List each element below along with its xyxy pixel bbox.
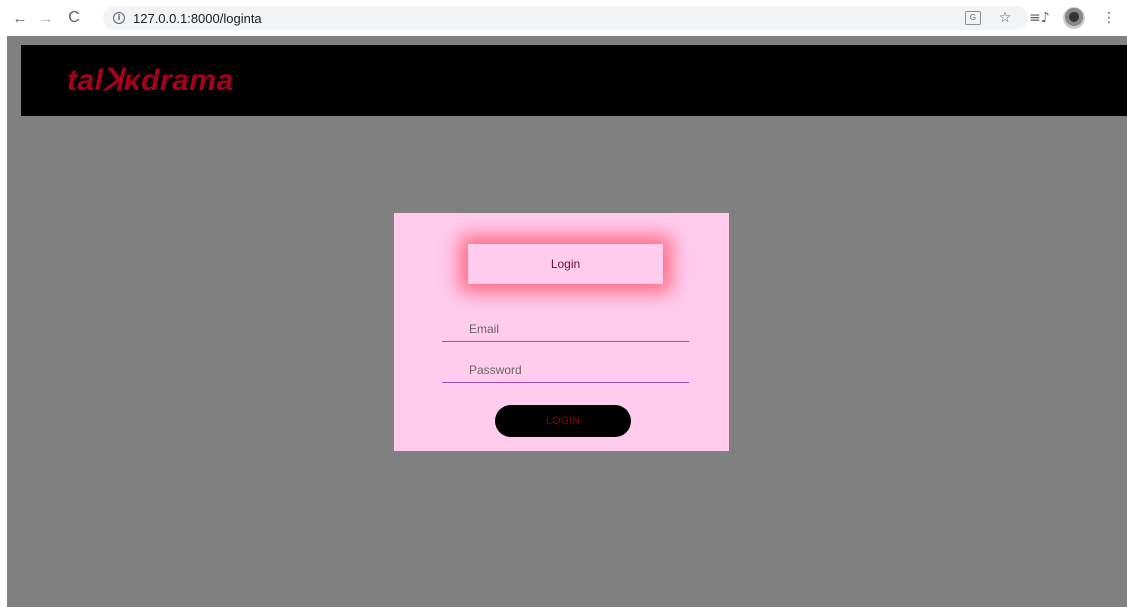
browser-actions: G ☆ ≡♪ ⋮ <box>965 6 1119 30</box>
page-viewport: talꓘκdrama Login LOGIN <box>7 36 1127 607</box>
site-logo[interactable]: talꓘκdrama <box>67 63 234 98</box>
bookmark-star-icon[interactable]: ☆ <box>995 10 1015 26</box>
login-card: Login LOGIN <box>394 213 729 451</box>
address-bar[interactable]: i 127.0.0.1:8000/loginta <box>103 6 1028 30</box>
translate-icon[interactable]: G <box>965 11 981 25</box>
browser-toolbar: ← → C i 127.0.0.1:8000/loginta G ☆ ≡♪ ⋮ <box>0 0 1127 36</box>
login-heading-box: Login <box>468 244 663 284</box>
password-field[interactable] <box>442 353 689 383</box>
url-text[interactable]: 127.0.0.1:8000/loginta <box>133 11 262 26</box>
profile-avatar[interactable] <box>1063 7 1085 29</box>
back-arrow-icon[interactable]: ← <box>8 6 32 30</box>
media-control-icon[interactable]: ≡♪ <box>1029 10 1050 26</box>
reload-icon[interactable]: C <box>62 6 86 30</box>
info-icon[interactable]: i <box>113 12 125 24</box>
menu-kebab-icon[interactable]: ⋮ <box>1099 10 1119 26</box>
email-field[interactable] <box>442 312 689 342</box>
forward-arrow-icon[interactable]: → <box>34 6 58 30</box>
login-heading: Login <box>550 257 581 271</box>
site-header: talꓘκdrama <box>21 45 1127 116</box>
login-button[interactable]: LOGIN <box>495 405 631 437</box>
